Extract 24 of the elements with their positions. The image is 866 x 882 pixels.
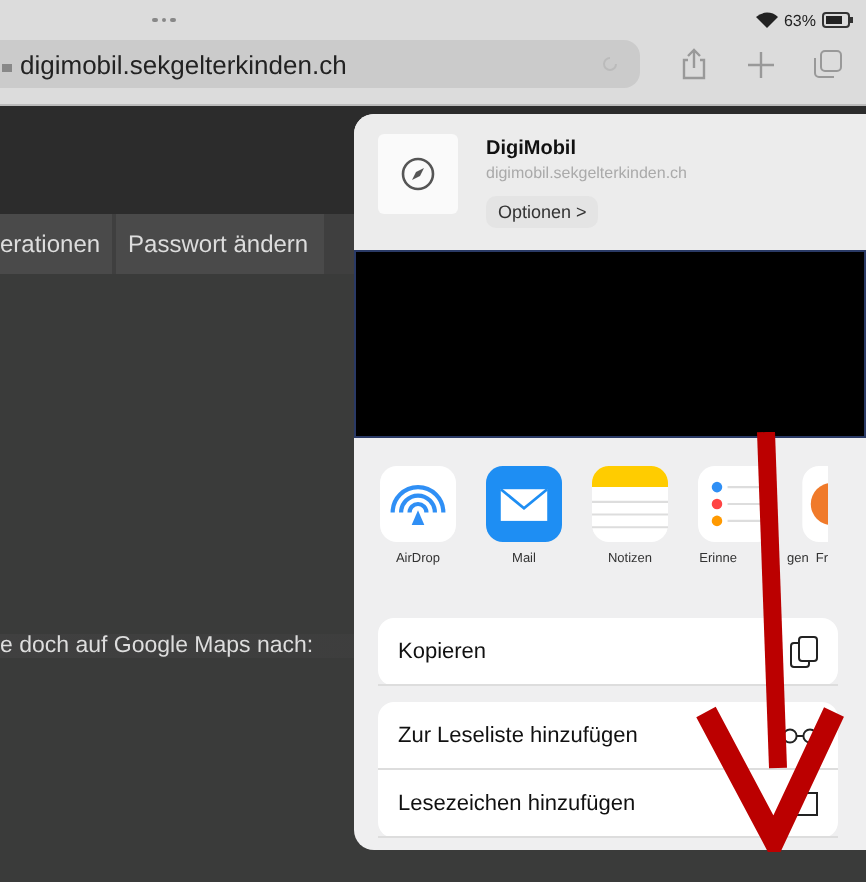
app-icon[interactable]: [802, 466, 828, 542]
tabs-icon[interactable]: [814, 50, 842, 78]
battery-icon: [822, 12, 854, 28]
share-icon[interactable]: [680, 48, 708, 80]
wifi-icon: [755, 12, 778, 28]
mail-icon[interactable]: [486, 466, 562, 542]
options-button[interactable]: Optionen >: [486, 196, 599, 228]
action-item[interactable]: Kopieren: [378, 618, 838, 686]
glasses-icon: [782, 727, 818, 743]
menu-tab[interactable]: Passwort ändern: [116, 214, 325, 274]
compass-icon: [400, 156, 436, 192]
book-icon: [794, 791, 818, 815]
airdrop-icon[interactable]: [380, 466, 456, 542]
action-item[interactable]: Lesezeichen hinzufügen: [378, 770, 838, 838]
site-url: digimobil.sekgelterkinden.ch: [486, 164, 687, 182]
menu-tab[interactable]: erationen: [0, 214, 113, 274]
battery-percent: 63%: [783, 11, 816, 29]
plus-icon[interactable]: [748, 51, 774, 77]
multitask-dots-icon[interactable]: [152, 17, 175, 23]
copy-icon: [790, 635, 818, 667]
action-item[interactable]: Zur Leseliste hinzufügen: [378, 702, 838, 770]
address-field[interactable]: digimobil.sekgelterkinden.ch: [0, 40, 640, 88]
site-title: DigiMobil: [486, 138, 576, 160]
notes-icon[interactable]: [592, 466, 668, 542]
